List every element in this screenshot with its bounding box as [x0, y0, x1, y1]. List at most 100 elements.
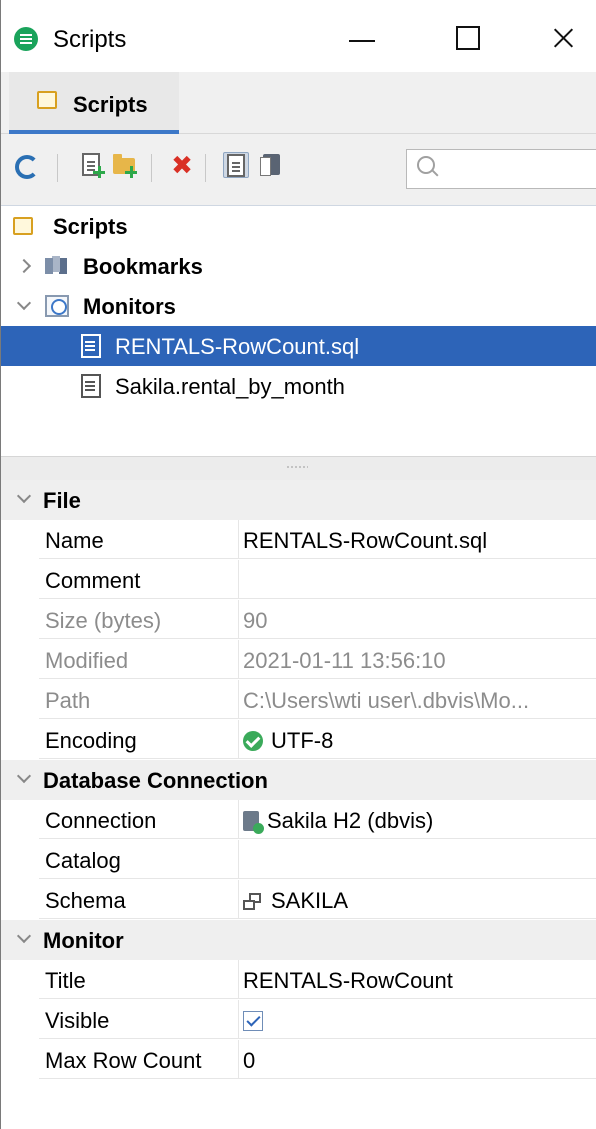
property-name: Comment: [39, 560, 239, 599]
file-icon: [81, 374, 101, 398]
property-value[interactable]: RENTALS-RowCount: [239, 960, 596, 999]
property-name: Schema: [39, 880, 239, 919]
property-name: Connection: [39, 800, 239, 839]
app-icon: [14, 27, 38, 51]
encoding-value: UTF-8: [271, 728, 334, 753]
visible-checkbox[interactable]: [243, 1011, 263, 1031]
toolbar-separator: [57, 154, 58, 182]
scripts-window: Scripts Scripts ✖ Scripts Bookmarks Moni…: [0, 0, 596, 1129]
plus-icon: [93, 166, 105, 178]
property-row-comment[interactable]: Comment: [39, 560, 596, 600]
splitter-handle[interactable]: [1, 456, 596, 480]
check-circle-icon: [243, 731, 263, 751]
property-row-max-row-count[interactable]: Max Row Count 0: [39, 1040, 596, 1080]
minimize-button[interactable]: [319, 16, 399, 62]
plus-icon: [125, 166, 137, 178]
new-script-icon[interactable]: [79, 152, 105, 178]
property-name: Modified: [39, 640, 239, 679]
property-value[interactable]: RENTALS-RowCount.sql: [239, 520, 596, 559]
search-scripts-icon[interactable]: [223, 152, 249, 178]
tree-item-label: Monitors: [83, 294, 176, 319]
chevron-down-icon[interactable]: [16, 295, 32, 311]
property-name: Name: [39, 520, 239, 559]
property-value-visible: [239, 1000, 596, 1039]
property-row-visible[interactable]: Visible: [39, 1000, 596, 1040]
tree-item-label: Bookmarks: [83, 254, 203, 279]
property-value-connection[interactable]: Sakila H2 (dbvis): [239, 800, 596, 839]
title-bar[interactable]: Scripts: [1, 0, 596, 72]
schema-icon: [243, 893, 263, 911]
tab-scripts-label: Scripts: [73, 92, 148, 117]
chevron-right-icon[interactable]: [16, 258, 32, 274]
property-value: C:\Users\wti user\.dbvis\Mo...: [239, 680, 596, 719]
toolbar: ✖: [1, 134, 596, 206]
tree-item-label: Sakila.rental_by_month: [115, 374, 345, 399]
bookmarks-view-icon[interactable]: [259, 152, 285, 178]
property-row-size: Size (bytes) 90: [39, 600, 596, 640]
property-name: Catalog: [39, 840, 239, 879]
document-icon: [227, 154, 245, 177]
section-database-connection[interactable]: Database Connection: [1, 760, 596, 800]
chevron-down-icon[interactable]: [16, 488, 32, 504]
window-title: Scripts: [53, 26, 127, 53]
delete-icon[interactable]: ✖: [169, 152, 195, 178]
connection-value: Sakila H2 (dbvis): [267, 808, 434, 833]
property-row-catalog[interactable]: Catalog: [39, 840, 596, 880]
book-icon: [260, 154, 280, 176]
tree-root-label: Scripts: [53, 214, 128, 239]
property-value: 2021-01-11 13:56:10: [239, 640, 596, 679]
grip-icon: [286, 466, 308, 468]
property-row-name[interactable]: Name RENTALS-RowCount.sql: [39, 520, 596, 560]
new-folder-icon[interactable]: [111, 152, 137, 178]
property-value-encoding[interactable]: UTF-8: [239, 720, 596, 759]
database-connection-icon: [243, 811, 264, 834]
property-row-connection[interactable]: Connection Sakila H2 (dbvis): [39, 800, 596, 840]
section-label: Monitor: [43, 928, 124, 953]
tree-item-bookmarks[interactable]: Bookmarks: [1, 246, 596, 286]
properties-panel: File Name RENTALS-RowCount.sql Comment S…: [1, 480, 596, 1129]
schema-value: SAKILA: [271, 888, 349, 913]
section-monitor[interactable]: Monitor: [1, 920, 596, 960]
property-row-encoding[interactable]: Encoding UTF-8: [39, 720, 596, 760]
chevron-down-icon[interactable]: [16, 928, 32, 944]
tree-item-monitors[interactable]: Monitors: [1, 286, 596, 326]
tab-bar: Scripts: [1, 72, 596, 134]
property-name: Path: [39, 680, 239, 719]
property-name: Max Row Count: [39, 1040, 239, 1079]
section-file[interactable]: File: [1, 480, 596, 520]
property-value-schema[interactable]: SAKILA: [239, 880, 596, 919]
monitors-icon: [45, 295, 69, 317]
tab-scripts[interactable]: Scripts: [9, 72, 179, 134]
chevron-down-icon[interactable]: [16, 768, 32, 784]
tree-item-rentals-rowcount[interactable]: RENTALS-RowCount.sql: [1, 326, 596, 366]
script-scroll-icon: [37, 91, 57, 109]
property-name: Size (bytes): [39, 600, 239, 639]
toolbar-separator: [205, 154, 206, 182]
section-label: File: [43, 488, 81, 513]
sql-script-icon: [81, 334, 101, 358]
property-value[interactable]: [239, 560, 596, 599]
property-name: Visible: [39, 1000, 239, 1039]
maximize-button[interactable]: [426, 16, 506, 62]
property-row-title[interactable]: Title RENTALS-RowCount: [39, 960, 596, 1000]
toolbar-separator: [151, 154, 152, 182]
property-name: Title: [39, 960, 239, 999]
bookmarks-icon: [45, 256, 67, 276]
property-name: Encoding: [39, 720, 239, 759]
scripts-tree: Scripts Bookmarks Monitors RENTALS-RowCo…: [1, 206, 596, 456]
property-row-path: Path C:\Users\wti user\.dbvis\Mo...: [39, 680, 596, 720]
property-value[interactable]: 0: [239, 1040, 596, 1079]
refresh-icon[interactable]: [13, 152, 39, 179]
section-label: Database Connection: [43, 768, 268, 793]
tree-item-sakila-rental-by-month[interactable]: Sakila.rental_by_month: [1, 366, 596, 406]
property-row-modified: Modified 2021-01-11 13:56:10: [39, 640, 596, 680]
property-value: 90: [239, 600, 596, 639]
close-button[interactable]: [521, 16, 596, 62]
property-row-schema[interactable]: Schema SAKILA: [39, 880, 596, 920]
search-input[interactable]: [406, 149, 596, 189]
tree-item-label: RENTALS-RowCount.sql: [115, 334, 360, 359]
property-value[interactable]: [239, 840, 596, 879]
search-icon: [417, 156, 435, 174]
tree-root-scripts[interactable]: Scripts: [1, 206, 596, 246]
script-scroll-icon: [13, 217, 33, 235]
